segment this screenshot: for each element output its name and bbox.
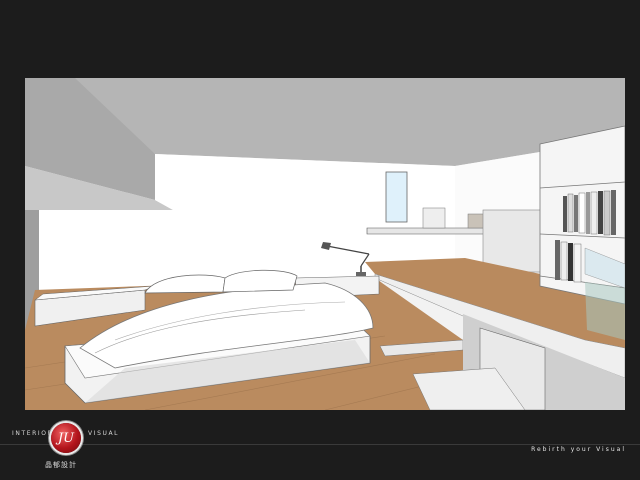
desk-shelf xyxy=(422,207,446,229)
desk-icon xyxy=(366,227,486,235)
logo-text: JU xyxy=(57,430,75,446)
bedroom-scene xyxy=(25,78,625,410)
bookshelf-icon xyxy=(539,125,625,305)
wall-cabinet xyxy=(482,209,546,273)
desk-box xyxy=(467,213,485,229)
window-icon xyxy=(385,171,408,223)
tagline: Rebirth your Visual xyxy=(531,446,626,453)
brand-word-visual: VISUAL xyxy=(88,430,120,437)
brand-chinese-name: 晶郁設計 xyxy=(45,461,77,469)
brand-logo-icon: JU xyxy=(51,423,81,453)
brand-word-interior: INTERIOR xyxy=(12,430,54,437)
interior-render xyxy=(25,78,625,410)
footer-divider xyxy=(0,444,640,445)
